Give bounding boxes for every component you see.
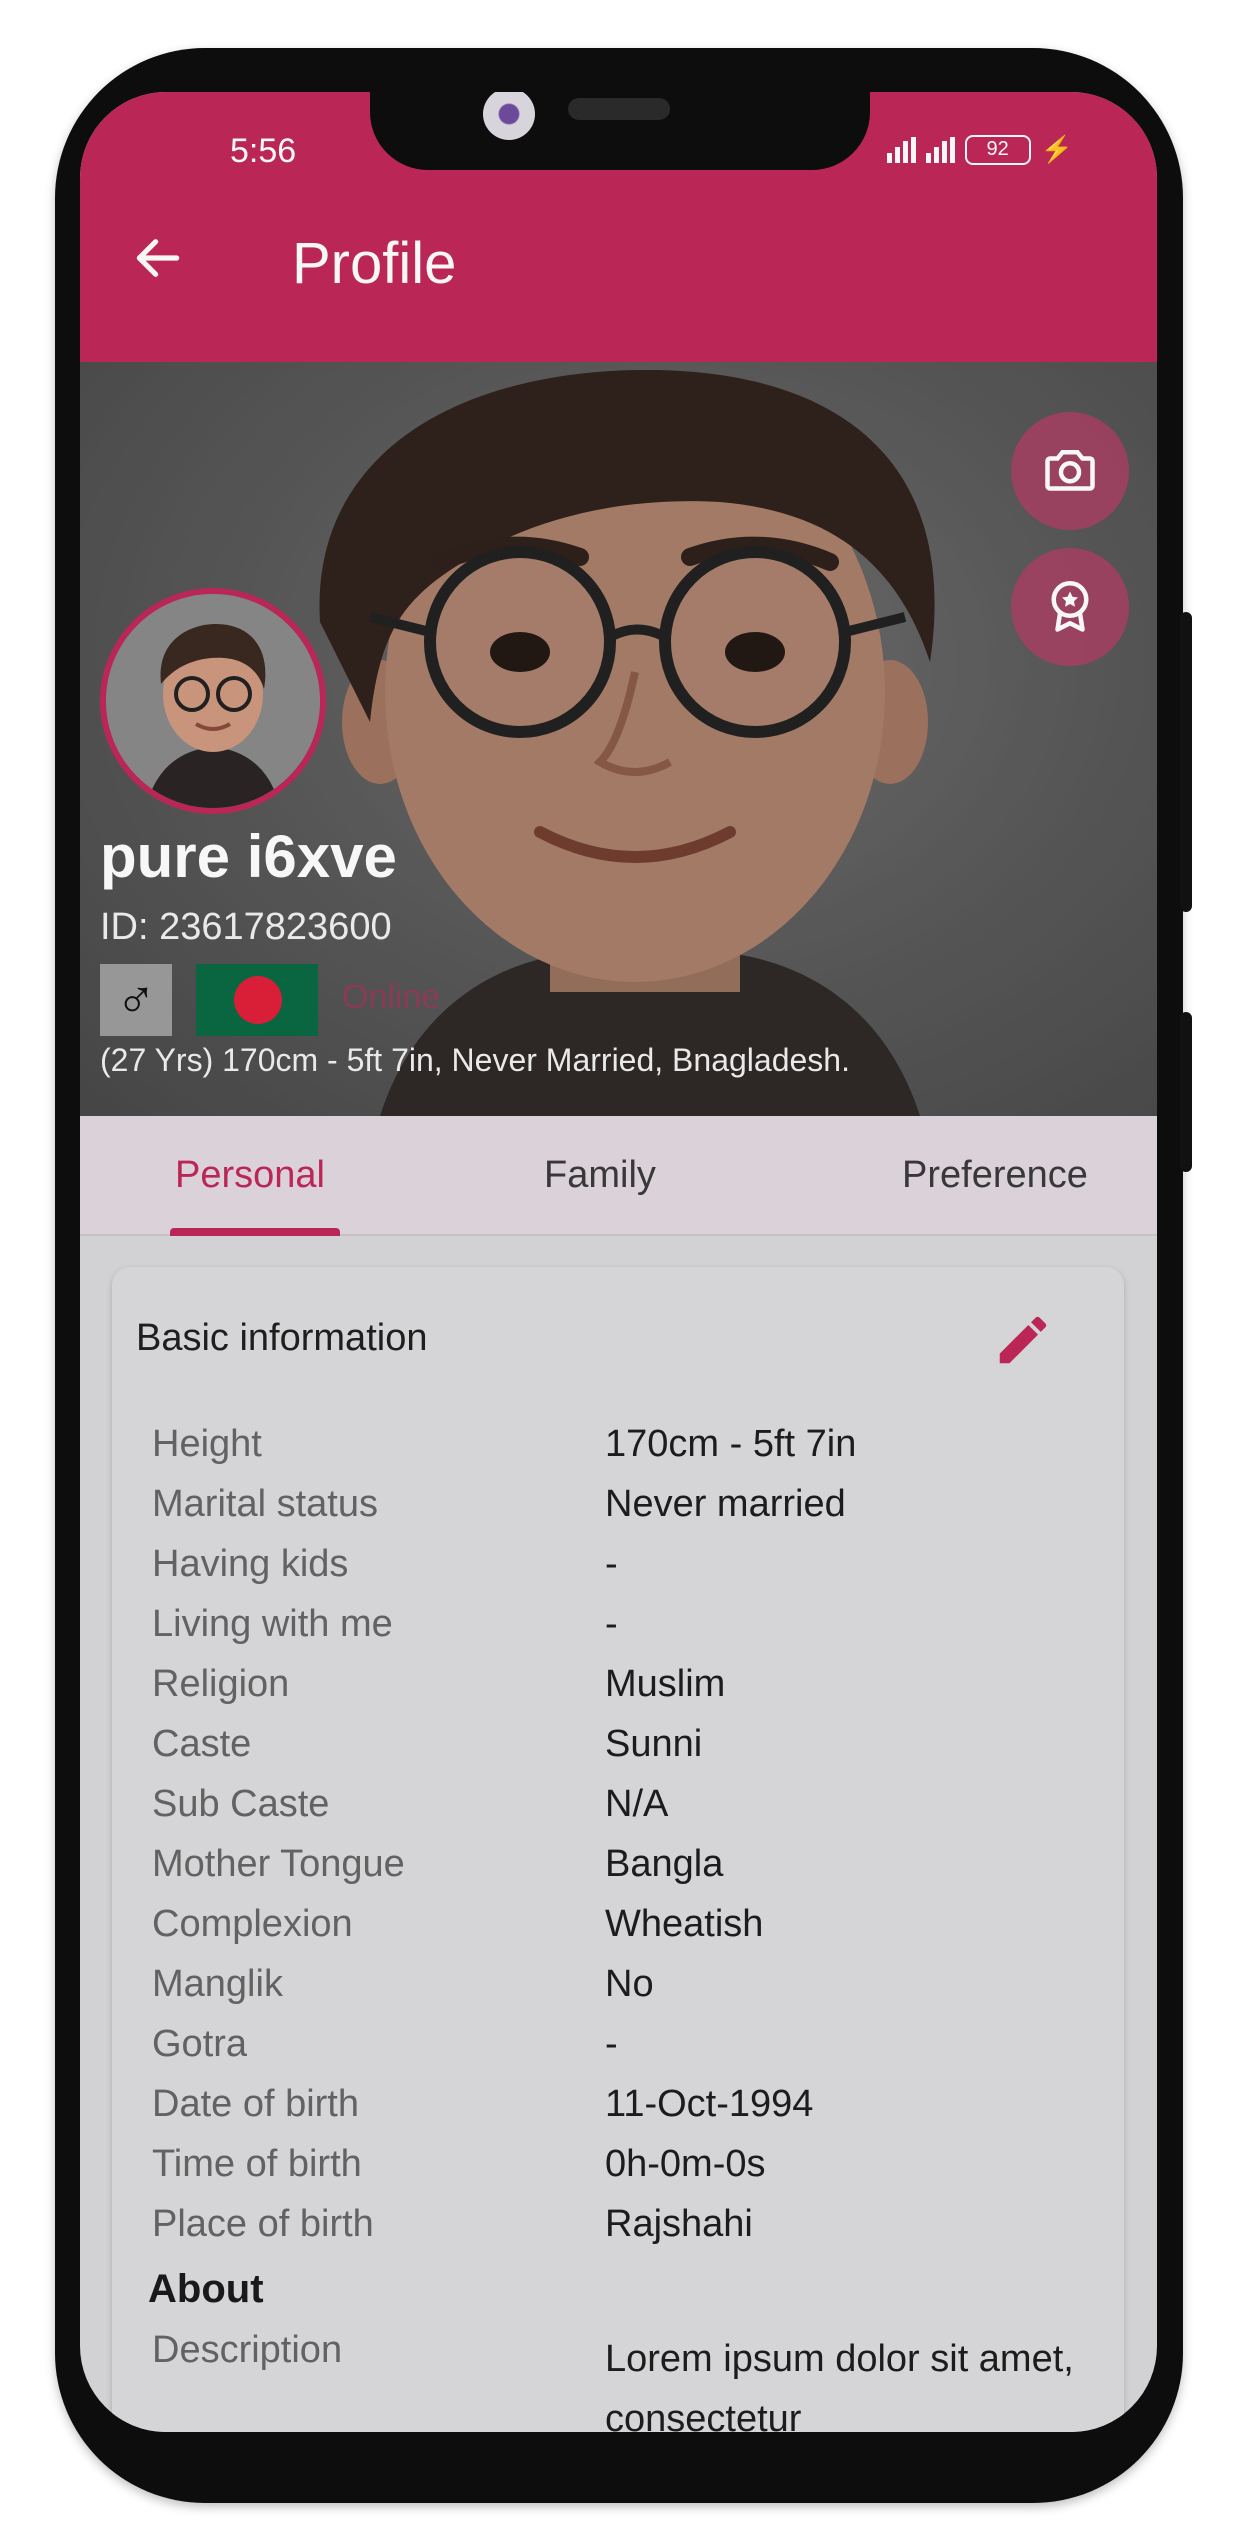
app-header: 5:56 92 ⚡ Profile xyxy=(80,92,1157,362)
info-value: 170cm - 5ft 7in xyxy=(605,1423,857,1465)
info-row-religion: Religion Muslim xyxy=(152,1655,1102,1715)
active-tab-indicator xyxy=(170,1228,340,1236)
battery-icon: 92 xyxy=(964,134,1031,165)
info-label: Manglik xyxy=(152,1963,283,2005)
info-label: Time of birth xyxy=(152,2143,362,2185)
info-value: 11-Oct-1994 xyxy=(605,2083,814,2125)
avatar-image xyxy=(106,594,320,808)
info-row-time-of-birth: Time of birth 0h-0m-0s xyxy=(152,2135,1102,2195)
avatar[interactable] xyxy=(100,588,326,814)
info-row-complexion: Complexion Wheatish xyxy=(152,1895,1102,1955)
award-button[interactable] xyxy=(1011,548,1129,666)
tab-personal[interactable]: Personal xyxy=(140,1116,360,1234)
signal-icon xyxy=(886,136,916,163)
info-row-living-with-me: Living with me - xyxy=(152,1595,1102,1655)
info-row-having-kids: Having kids - xyxy=(152,1535,1102,1595)
info-value: - xyxy=(605,1543,618,1585)
volume-button xyxy=(1180,612,1192,912)
info-value: Rajshahi xyxy=(605,2203,753,2245)
info-label: Marital status xyxy=(152,1483,378,1525)
status-time: 5:56 xyxy=(230,132,297,170)
change-cover-button[interactable] xyxy=(1011,412,1129,530)
flag-disc xyxy=(234,976,282,1024)
info-row-sub-caste: Sub Caste N/A xyxy=(152,1775,1102,1835)
info-label: Gotra xyxy=(152,2023,248,2065)
info-row-caste: Caste Sunni xyxy=(152,1715,1102,1775)
info-row-place-of-birth: Place of birth Rajshahi xyxy=(152,2195,1102,2255)
bangladesh-flag-icon xyxy=(196,964,318,1036)
info-value: No xyxy=(605,1963,654,2005)
info-value: Bangla xyxy=(605,1843,724,1885)
charging-icon: ⚡ xyxy=(1040,134,1073,164)
tab-preference[interactable]: Preference xyxy=(860,1116,1130,1234)
earpiece-speaker xyxy=(568,98,670,120)
info-label: Living with me xyxy=(152,1603,393,1645)
info-row-height: Height 170cm - 5ft 7in xyxy=(152,1415,1102,1475)
award-badge-icon xyxy=(1051,581,1089,632)
description-value: Lorem ipsum dolor sit amet, consectetur xyxy=(605,2338,1074,2432)
info-label: Complexion xyxy=(152,1903,353,1945)
online-status: Online xyxy=(342,978,441,1016)
info-value: - xyxy=(605,1603,618,1645)
phone-screen: 5:56 92 ⚡ Profile pure i6xve ID: 2361782… xyxy=(80,92,1157,2432)
info-row-mother-tongue: Mother Tongue Bangla xyxy=(152,1835,1102,1895)
info-row-gotra: Gotra - xyxy=(152,2015,1102,2075)
pencil-edit-icon[interactable] xyxy=(992,1309,1054,1371)
power-button xyxy=(1180,1012,1192,1172)
info-value: 0h-0m-0s xyxy=(605,2143,766,2185)
info-row-date-of-birth: Date of birth 11-Oct-1994 xyxy=(152,2075,1102,2135)
signal-icon xyxy=(925,136,955,163)
info-value: - xyxy=(605,2023,618,2065)
info-label: Date of birth xyxy=(152,2083,359,2125)
info-row-marital-status: Marital status Never married xyxy=(152,1475,1102,1535)
info-label: Place of birth xyxy=(152,2203,374,2245)
profile-cover: pure i6xve ID: 23617823600 ♂ Online (27 … xyxy=(80,362,1157,1116)
tab-family[interactable]: Family xyxy=(500,1116,700,1234)
info-label: Height xyxy=(152,1423,262,1465)
male-gender-icon: ♂ xyxy=(100,964,172,1036)
info-label: Having kids xyxy=(152,1543,349,1585)
info-value: Never married xyxy=(605,1483,846,1525)
info-value: Muslim xyxy=(605,1663,726,1705)
info-value: Sunni xyxy=(605,1723,703,1765)
info-list: Height 170cm - 5ft 7in Marital status Neve… xyxy=(152,1415,1102,2255)
info-value: Wheatish xyxy=(605,1903,764,1945)
arrow-left-icon[interactable] xyxy=(130,230,186,286)
status-icons: 92 ⚡ xyxy=(886,134,1073,165)
profile-name: pure i6xve xyxy=(100,823,397,890)
info-label: Religion xyxy=(152,1663,290,1705)
about-heading: About xyxy=(148,2267,264,2311)
page-title: Profile xyxy=(292,231,457,296)
camera-icon xyxy=(1045,450,1095,491)
profile-tabs: Personal Family Preference xyxy=(80,1116,1157,1236)
profile-summary: (27 Yrs) 170cm - 5ft 7in, Never Married,… xyxy=(100,1042,850,1078)
basic-info-card: Basic information Height 170cm - 5ft 7in … xyxy=(112,1267,1124,2432)
info-label: Mother Tongue xyxy=(152,1843,405,1885)
description-label: Description xyxy=(152,2329,343,2371)
info-row-manglik: Manglik No xyxy=(152,1955,1102,2015)
info-value: N/A xyxy=(605,1783,669,1825)
profile-id: ID: 23617823600 xyxy=(100,906,392,948)
info-label: Caste xyxy=(152,1723,252,1765)
info-label: Sub Caste xyxy=(152,1783,330,1825)
card-title: Basic information xyxy=(136,1317,428,1359)
